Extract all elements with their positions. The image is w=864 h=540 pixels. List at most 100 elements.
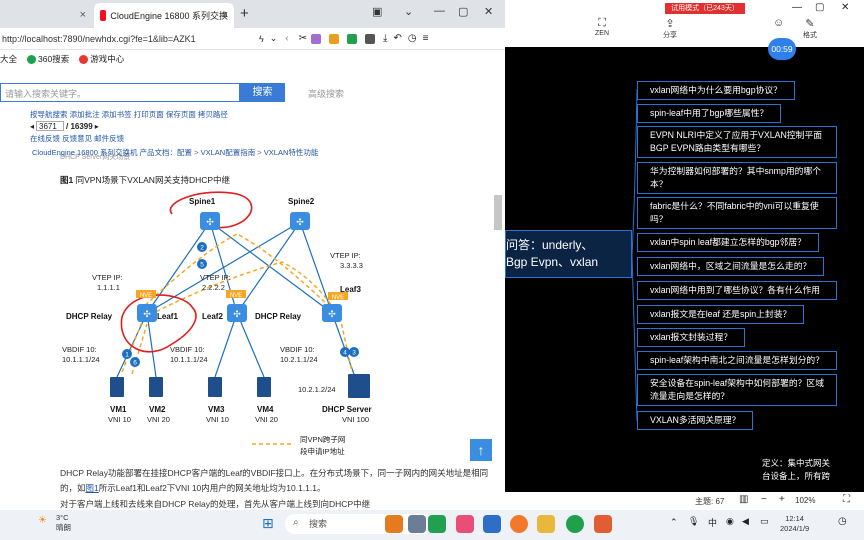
figure-link[interactable]: 图1 (86, 483, 99, 493)
extension-icon[interactable] (347, 33, 358, 44)
browser-icon[interactable] (566, 515, 584, 533)
url-input[interactable]: http://localhost:7890/newhdx.cgi?fe=1&li… (2, 34, 257, 44)
brush-icon: ✎ (805, 18, 815, 30)
app-icon[interactable] (385, 515, 403, 533)
topic-node[interactable]: EVPN NLRI中定义了应用于VXLAN控制平面 BGP EVPN路由类型有哪些… (637, 126, 837, 158)
vbdif2-ip: 10.1.1.1/24 (170, 355, 208, 364)
leaf1-label: Leaf1 (157, 312, 178, 321)
emoji-button[interactable]: ☺ (773, 17, 784, 29)
close-window-icon[interactable]: ✕ (484, 5, 493, 18)
input-method-icon[interactable]: 中 (708, 516, 717, 529)
topic-node[interactable]: vxlan网络中，区域之间流量是怎么走的？ (637, 257, 825, 276)
tab-list-icon[interactable]: ▣ (372, 5, 382, 18)
windows-start-icon[interactable]: ⊞ (262, 515, 274, 532)
xmind-icon[interactable] (594, 515, 612, 533)
bookmark-item[interactable]: 360搜索 (27, 53, 69, 65)
central-topic[interactable]: 问答：underly、 Bgp Evpn、vxlan (505, 230, 632, 278)
topic-node-line: BGP EVPN路由类型有哪些？ (650, 143, 766, 153)
topic-node[interactable]: vxlan网络中用到了哪些协议？各有什么作用 (637, 281, 837, 300)
zoom-in-icon[interactable]: + (779, 494, 785, 505)
download-icon[interactable]: ⤓ (383, 33, 387, 44)
spine2-switch: ✣ (290, 212, 310, 230)
chevron-up-icon[interactable]: ⌃ (670, 517, 678, 528)
app-icon[interactable] (456, 515, 474, 533)
menu-icon[interactable]: ≡ (423, 33, 429, 44)
bookmark-icon[interactable]: ◷ (408, 33, 417, 44)
topic-node[interactable]: spin-leaf中用了bgp哪些属性？ (637, 104, 782, 123)
vm2-label: VM2 (149, 405, 166, 414)
maximize-icon[interactable]: ▢ (458, 5, 468, 18)
topic-node[interactable]: spin-leaf架构中南北之间流量是怎样划分的？ (637, 351, 838, 370)
breadcrumb-item[interactable]: VXLAN配置指南 (201, 148, 256, 157)
paragraph: DHCP Relay功能部署在挂接DHCP客户端的Leaf的VBDIF接口上。在… (60, 466, 500, 496)
topic-node[interactable]: 华为控制器如何部署的？其中snmp用的哪个 本？ (637, 162, 837, 194)
scroll-thumb[interactable] (494, 195, 502, 230)
fullscreen-icon: ⛶ (598, 17, 606, 29)
chevron-down-icon[interactable]: ⌄ (270, 33, 278, 44)
book-icon[interactable]: ▥ (739, 494, 748, 505)
tab-cloudengine[interactable]: CloudEngine 16800 系列交换 × (94, 3, 234, 28)
topic-node[interactable]: vxlan网络中为什么要用bgp协议？ (637, 81, 795, 100)
svg-text:✣: ✣ (296, 217, 304, 227)
close-tab-icon[interactable]: × (80, 9, 86, 21)
battery-icon[interactable]: ▭ (760, 516, 769, 527)
vxlan-dhcp-diagram: ✣ ✣ ✣ ✣ ✣ NVE NVE NVE Spine1 Spine2 Leaf… (62, 191, 372, 456)
minimize-icon[interactable]: — (434, 5, 445, 17)
breadcrumb-item[interactable]: VXLAN特性功能 (264, 148, 319, 157)
extension-icon[interactable] (329, 33, 340, 44)
zen-button[interactable]: ⛶ ZEN (595, 17, 609, 37)
back-icon[interactable]: ‹ (285, 33, 288, 44)
weather-widget[interactable]: 3°C 晴朗 (56, 513, 71, 533)
back-to-top-button[interactable]: ↑ (470, 439, 492, 461)
folder-icon[interactable] (537, 515, 555, 533)
tab-previous[interactable]: × (0, 3, 92, 28)
topic-node[interactable]: vxlan报文封装过程？ (637, 328, 746, 347)
share-button[interactable]: ⇪ 分享 (663, 17, 677, 40)
topic-node[interactable]: vxlan报文是在leaf 还是spin上封装？ (637, 305, 805, 324)
bookmark-item[interactable]: 大全 (0, 53, 17, 65)
next-page-icon[interactable]: ▸ (95, 122, 99, 131)
volume-icon[interactable]: ◀ (742, 516, 749, 527)
search-input[interactable]: 请输入搜索关键字。 (0, 83, 240, 102)
notification-icon[interactable]: ◷ (838, 516, 847, 527)
extension-icon[interactable] (311, 33, 322, 44)
page-number-input[interactable]: 3671 (36, 121, 65, 131)
doc-toolbar[interactable]: 按导航搜索 添加批注 添加书签 打印页面 保存页面 拷贝路径 (30, 109, 228, 120)
minimize-icon[interactable]: — (792, 2, 802, 13)
breadcrumb-item[interactable]: CloudEngine 16800 系列交换机 产品文档：配置 (32, 148, 192, 157)
chevron-down-icon[interactable]: ⌄ (404, 5, 413, 18)
app-icon[interactable] (483, 515, 501, 533)
format-button[interactable]: ✎ 格式 (803, 17, 817, 40)
definition-note[interactable]: 定义：集中式网关 台设备上，所有跨 (762, 457, 830, 483)
zoom-out-icon[interactable]: − (761, 494, 767, 505)
maximize-icon[interactable]: ▢ (815, 2, 824, 13)
close-window-icon[interactable]: ✕ (841, 2, 849, 13)
zoom-level[interactable]: 102% (795, 496, 815, 505)
topic-node[interactable]: 安全设备在spin-leaf架构中如何部署的？区域 流量走向是怎样的？ (637, 374, 837, 406)
bookmark-item[interactable]: 游戏中心 (79, 53, 124, 65)
app-icon[interactable] (428, 515, 446, 533)
undo-icon[interactable]: ↶ (393, 33, 401, 44)
cut-icon[interactable]: ✂ (299, 33, 307, 44)
microphone-icon[interactable]: 🎙 (688, 516, 699, 527)
prev-page-icon[interactable]: ◂ (30, 122, 34, 131)
puzzle-icon[interactable] (365, 33, 376, 44)
close-tab-icon[interactable]: × (222, 9, 228, 21)
topic-node-line: 流量走向是怎样的？ (650, 391, 730, 401)
topic-node[interactable]: VXLAN多活网关原理？ (637, 411, 754, 430)
advanced-search-link[interactable]: 高级搜索 (308, 87, 344, 100)
app-icon[interactable] (408, 515, 426, 533)
topic-node[interactable]: vxlan中spin leaf都建立怎样的bgp邻居？ (637, 233, 819, 252)
feedback-toolbar[interactable]: 在线反馈 反馈意见 邮件反馈 (30, 133, 124, 144)
vm2-vni: VNI 20 (147, 415, 170, 424)
legend-line1: 同VPN跨子网 (300, 435, 345, 444)
firefox-icon[interactable] (510, 515, 528, 533)
bolt-icon[interactable]: ϟ (259, 34, 264, 44)
fullscreen-icon[interactable]: ⛶ (843, 494, 850, 505)
page-navigator: ◂ 3671 / 16399 ▸ (30, 121, 99, 131)
new-tab-button[interactable]: + (240, 5, 249, 22)
search-button[interactable]: 搜索 (240, 83, 285, 102)
clock[interactable]: 12:14 2024/1/9 (780, 514, 809, 534)
topic-node[interactable]: fabric是什么？不同fabric中的vni可以重复使 吗？ (637, 197, 837, 229)
wifi-icon[interactable]: ◉ (726, 516, 734, 527)
